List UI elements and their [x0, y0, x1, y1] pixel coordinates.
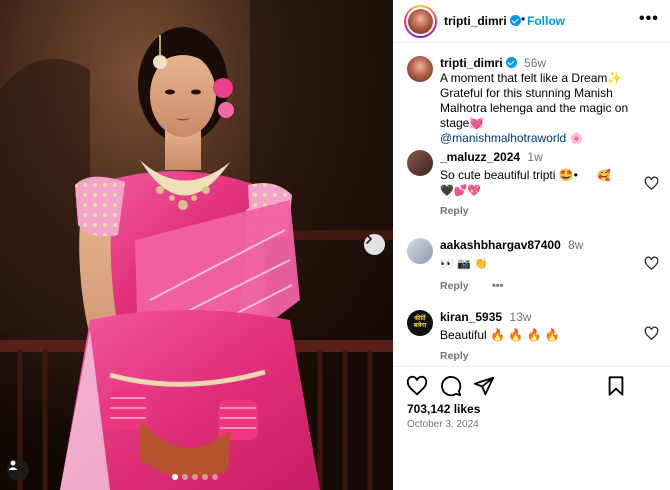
comment-emoji: 🥰 [597, 169, 611, 182]
author-username-text[interactable]: tripti_dimri [444, 14, 507, 28]
carousel-dot [212, 474, 218, 480]
commenter-avatar[interactable] [407, 150, 433, 176]
comment-username[interactable]: aakashbhargav87400 [440, 238, 561, 252]
author-avatar[interactable] [404, 5, 437, 38]
reply-button[interactable]: Reply [440, 349, 645, 364]
post-side-panel: tripti_dimri • Follow ••• tripti_dimri 5… [393, 0, 670, 490]
commenter-avatar-text: कीर्ति बलेगा [413, 316, 427, 329]
caption-line2: Grateful for this stunning Manish Malhot… [440, 86, 629, 130]
comments-list[interactable]: tripti_dimri 56w A moment that felt like… [393, 44, 670, 366]
bookmark-icon[interactable] [605, 375, 627, 397]
share-icon[interactable] [473, 375, 495, 397]
verified-badge-icon [509, 15, 521, 26]
verified-badge-icon [505, 57, 517, 68]
comment-text: 👀 📷 👏 [440, 257, 489, 270]
caption-avatar[interactable] [407, 56, 433, 82]
comment-time: 13w [509, 310, 532, 324]
caption-mention-emoji: 🌸 [569, 132, 584, 145]
bride-illustration [0, 0, 393, 490]
comment-username[interactable]: kiran_5935 [440, 310, 502, 324]
heart-icon[interactable] [644, 176, 659, 191]
like-heart-icon[interactable] [406, 375, 428, 397]
comment-emoji-line: 🖤💕💖 [440, 184, 482, 197]
carousel-dot [192, 474, 198, 480]
comment-icon[interactable] [440, 375, 462, 397]
reply-button[interactable]: Reply [440, 279, 469, 294]
carousel-dot [172, 474, 178, 480]
heart-icon[interactable] [644, 326, 659, 341]
carousel-indicator [172, 474, 218, 480]
comment-text: Beautiful 🔥 🔥 🔥 🔥 [440, 328, 560, 342]
more-options-icon[interactable]: ••• [639, 10, 659, 28]
comment-more-icon[interactable]: ••• [492, 280, 504, 292]
like-count[interactable]: 703,142 likes [407, 402, 480, 416]
commenter-avatar[interactable]: कीर्ति बलेगा [407, 310, 433, 336]
comment-text: So cute beautiful tripti 🤩• [440, 168, 578, 182]
caption-username[interactable]: tripti_dimri [440, 56, 503, 70]
commenter-avatar[interactable] [407, 238, 433, 264]
post-actions: 703,142 likes October 3, 2024 [393, 366, 670, 490]
reply-button[interactable]: Reply [440, 204, 645, 219]
carousel-dot [182, 474, 188, 480]
comment-username[interactable]: _maluzz_2024 [440, 150, 520, 164]
heart-icon[interactable] [644, 256, 659, 271]
post-date: October 3, 2024 [407, 419, 479, 430]
caption-line1: A moment that felt like a Dream✨ [440, 71, 623, 85]
follow-button[interactable]: Follow [527, 14, 565, 28]
carousel-dot [202, 474, 208, 480]
post-image[interactable] [0, 0, 393, 490]
post-header: tripti_dimri • Follow ••• [393, 0, 670, 43]
comment-time: 1w [527, 150, 543, 164]
caption-time: 56w [524, 56, 547, 70]
next-slide-button[interactable] [364, 234, 385, 255]
header-separator: • [521, 12, 526, 26]
chevron-right-icon [366, 234, 372, 244]
author-username[interactable]: tripti_dimri [444, 14, 521, 28]
user-tag-icon [8, 460, 18, 470]
comment-time: 8w [568, 238, 584, 252]
caption-mention-link[interactable]: @manishmalhotraworld [440, 131, 566, 145]
tagged-users-button[interactable] [7, 459, 29, 481]
